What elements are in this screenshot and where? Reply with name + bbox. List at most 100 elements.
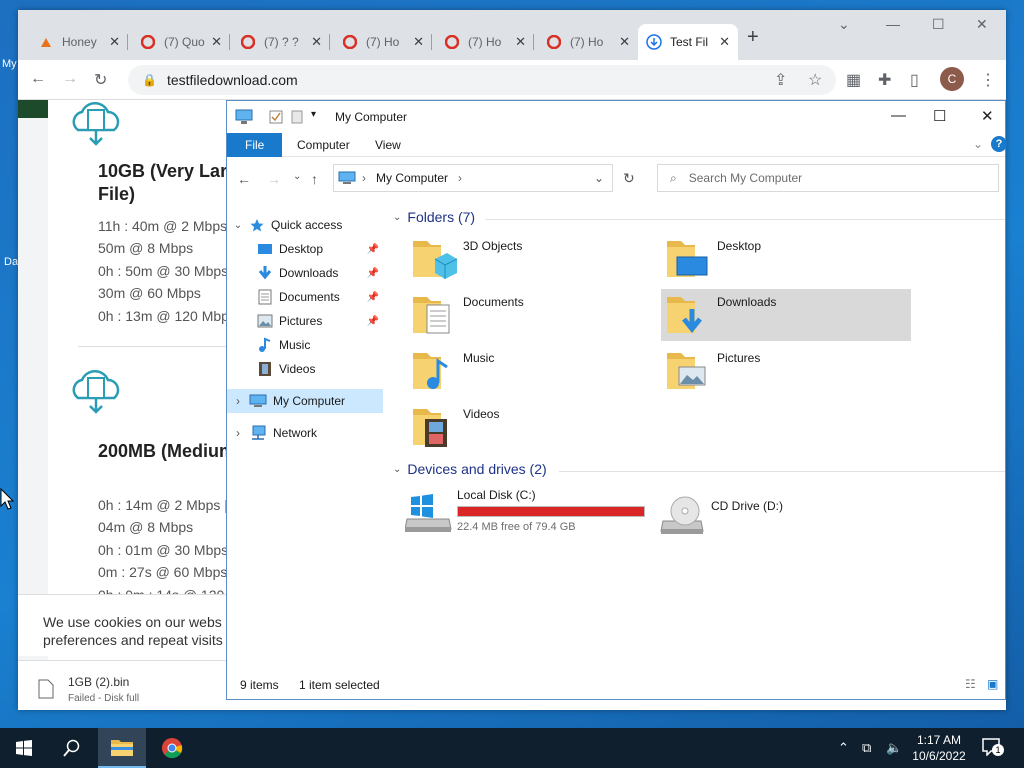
- desktop-icon-label[interactable]: My: [2, 58, 17, 70]
- close-icon[interactable]: ✕: [109, 34, 120, 50]
- close-icon[interactable]: ✕: [515, 34, 526, 50]
- desktop-icon-label[interactable]: Da: [4, 256, 18, 268]
- chevron-down-icon[interactable]: ⌄: [393, 212, 401, 223]
- start-button[interactable]: [0, 728, 48, 768]
- tab-title: (7) Ho: [570, 35, 604, 49]
- folder-videos[interactable]: Videos: [407, 401, 657, 453]
- taskbar-file-explorer[interactable]: [98, 728, 146, 768]
- customize-toolbar-icon[interactable]: ▾: [311, 109, 316, 120]
- download-item[interactable]: 1GB (2).bin Failed - Disk full: [38, 675, 139, 704]
- close-icon[interactable]: ✕: [719, 34, 730, 50]
- tab-honey[interactable]: Honey ✕: [30, 24, 128, 60]
- nav-network[interactable]: › Network: [227, 421, 383, 445]
- pin-icon[interactable]: 📌: [367, 316, 379, 327]
- forward-icon[interactable]: →: [62, 70, 78, 88]
- close-icon[interactable]: ✕: [413, 34, 424, 50]
- drive-local-disk-c[interactable]: Local Disk (C:) 22.4 MB free of 79.4 GB: [404, 485, 655, 539]
- ribbon-tab-file[interactable]: File: [227, 133, 283, 157]
- pin-icon[interactable]: 📌: [367, 268, 379, 279]
- chevron-right-icon[interactable]: ›: [227, 394, 249, 408]
- nav-downloads[interactable]: Downloads 📌: [227, 261, 383, 285]
- search-button[interactable]: [48, 728, 96, 768]
- tab-quora-4[interactable]: (7) Ho ✕: [436, 24, 534, 60]
- close-icon[interactable]: ✕: [981, 107, 994, 125]
- large-icons-view-icon[interactable]: ▣: [987, 677, 998, 691]
- folder-desktop[interactable]: Desktop: [661, 233, 911, 285]
- maximize-icon[interactable]: ☐: [933, 107, 946, 125]
- folder-music[interactable]: Music: [407, 345, 657, 397]
- pin-icon[interactable]: 📌: [367, 292, 379, 303]
- details-view-icon[interactable]: ☷: [965, 677, 976, 691]
- nav-pictures[interactable]: Pictures 📌: [227, 309, 383, 333]
- tab-quora-2[interactable]: (7) ? ? ✕: [232, 24, 330, 60]
- ribbon-tab-view[interactable]: View: [357, 133, 419, 157]
- up-icon[interactable]: ↑: [311, 171, 318, 187]
- close-icon[interactable]: ✕: [211, 34, 222, 50]
- new-folder-icon[interactable]: [291, 110, 303, 124]
- nav-music[interactable]: Music: [227, 333, 383, 357]
- taskbar-chrome[interactable]: [148, 728, 196, 768]
- reload-icon[interactable]: ↻: [94, 70, 107, 90]
- nav-videos[interactable]: Videos: [227, 357, 383, 381]
- profile-avatar[interactable]: C: [940, 67, 964, 91]
- minimize-icon[interactable]: —: [891, 107, 906, 124]
- computer-icon: [249, 393, 267, 409]
- volume-icon[interactable]: 🔈: [886, 740, 902, 756]
- chevron-up-icon[interactable]: ⌃: [838, 740, 849, 756]
- breadcrumb[interactable]: My Computer: [376, 171, 448, 185]
- nav-quick-access[interactable]: ⌄ Quick access: [227, 213, 383, 237]
- chevron-down-icon[interactable]: ⌄: [594, 171, 604, 185]
- help-icon[interactable]: ?: [991, 136, 1007, 152]
- network-tray-icon[interactable]: ⧉: [862, 740, 871, 756]
- close-icon[interactable]: ✕: [619, 34, 630, 50]
- recent-locations-icon[interactable]: ⌄: [293, 171, 301, 182]
- new-tab-icon[interactable]: +: [747, 26, 759, 49]
- back-icon[interactable]: ←: [30, 70, 46, 88]
- pin-icon[interactable]: 📌: [367, 244, 379, 255]
- expand-ribbon-icon[interactable]: ⌄: [973, 137, 983, 151]
- extension-icon[interactable]: ▦: [846, 70, 861, 90]
- bookmark-star-icon[interactable]: ☆: [808, 70, 822, 90]
- tab-test-file[interactable]: Test Fil ✕: [638, 24, 738, 60]
- chevron-down-icon[interactable]: ⌄: [227, 220, 249, 231]
- puzzle-icon[interactable]: ✚: [878, 70, 891, 90]
- tab-search-icon[interactable]: ⌄: [838, 16, 850, 33]
- group-header-folders[interactable]: ⌄ Folders (7): [393, 209, 1005, 225]
- chevron-down-icon[interactable]: ⌄: [393, 464, 401, 475]
- folder-pictures[interactable]: Pictures: [661, 345, 911, 397]
- nav-my-computer[interactable]: › My Computer: [227, 389, 383, 413]
- folder-3d-objects[interactable]: 3D Objects: [407, 233, 657, 285]
- side-panel-icon[interactable]: ▯: [910, 70, 919, 90]
- search-placeholder: Search My Computer: [688, 171, 803, 185]
- close-icon[interactable]: ✕: [311, 34, 322, 50]
- nav-documents[interactable]: Documents 📌: [227, 285, 383, 309]
- tab-quora-1[interactable]: (7) Quo ✕: [132, 24, 230, 60]
- properties-checkbox-icon[interactable]: [269, 110, 283, 124]
- share-icon[interactable]: ⇪: [774, 70, 787, 90]
- drive-cd-d[interactable]: CD Drive (D:): [659, 489, 909, 543]
- downloads-folder-icon: [665, 291, 711, 337]
- item-count: 9 items: [240, 678, 279, 692]
- notification-center[interactable]: 1: [982, 738, 1004, 757]
- refresh-icon[interactable]: ↻: [623, 170, 635, 187]
- videos-folder-icon: [411, 403, 457, 449]
- clock[interactable]: 1:17 AM 10/6/2022: [908, 732, 970, 764]
- chevron-right-icon[interactable]: ›: [227, 426, 249, 440]
- search-input[interactable]: ⌕ Search My Computer: [657, 164, 999, 192]
- folder-documents[interactable]: Documents: [407, 289, 657, 341]
- group-header-drives[interactable]: ⌄ Devices and drives (2): [393, 461, 1005, 477]
- nav-desktop[interactable]: Desktop 📌: [227, 237, 383, 261]
- ribbon-tab-computer[interactable]: Computer: [279, 133, 368, 157]
- folder-downloads[interactable]: Downloads: [661, 289, 911, 341]
- maximize-icon[interactable]: ☐: [932, 16, 945, 33]
- address-bar[interactable]: › My Computer › ⌄: [333, 164, 613, 192]
- address-bar[interactable]: 🔒 testfiledownload.com: [128, 65, 836, 95]
- tab-quora-3[interactable]: (7) Ho ✕: [334, 24, 432, 60]
- back-icon[interactable]: ←: [237, 171, 251, 187]
- windows-drive-icon: [404, 489, 453, 533]
- menu-kebab-icon[interactable]: ⋮: [980, 70, 996, 90]
- minimize-icon[interactable]: —: [886, 16, 900, 32]
- close-window-icon[interactable]: ✕: [976, 16, 988, 33]
- tab-quora-5[interactable]: (7) Ho ✕: [538, 24, 638, 60]
- forward-icon[interactable]: →: [267, 171, 281, 187]
